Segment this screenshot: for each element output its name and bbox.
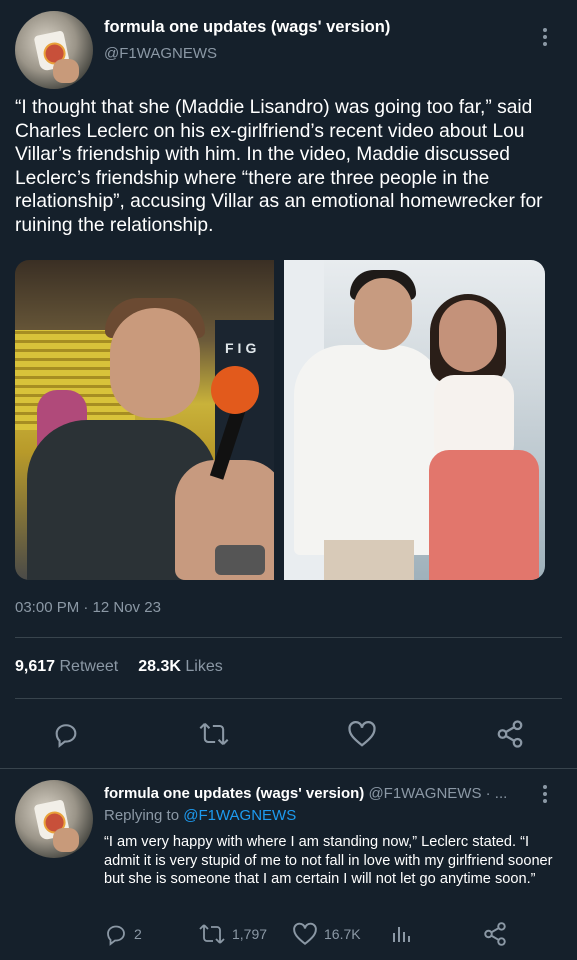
likes-label: Likes: [185, 658, 223, 675]
more-icon[interactable]: [542, 28, 548, 46]
reply-handle-time[interactable]: @F1WAGNEWS · ...: [368, 785, 507, 802]
reply-retweet-count: 1,797: [232, 926, 268, 942]
share-icon: [497, 720, 523, 748]
wrist-watch: [215, 545, 265, 575]
avatar-hand-image: [53, 828, 79, 852]
man-pants: [324, 540, 414, 580]
reply-author-avatar[interactable]: [15, 780, 93, 858]
replying-to: Replying to @F1WAGNEWS: [104, 807, 296, 824]
reply-author[interactable]: formula one updates (wags' version) @F1W…: [104, 785, 507, 802]
retweet-stat[interactable]: 9,617 Retweet: [15, 658, 118, 676]
media-photo-right[interactable]: [284, 260, 545, 580]
reply-share-button[interactable]: [482, 921, 508, 947]
share-icon: [484, 922, 506, 946]
tweet-text: “I thought that she (Maddie Lisandro) wa…: [15, 97, 543, 236]
reply-more-icon[interactable]: [542, 785, 548, 803]
microphone-head: [211, 366, 259, 414]
avatar-hand-image: [53, 59, 79, 83]
analytics-icon: [393, 927, 410, 942]
reply-display-name[interactable]: formula one updates (wags' version): [104, 785, 364, 802]
tweet-media[interactable]: FIG: [15, 260, 545, 580]
man-shirt: [294, 345, 444, 555]
reply-like-button[interactable]: 16.7K: [292, 922, 361, 946]
reply-divider: [0, 768, 577, 769]
media-photo-left[interactable]: FIG: [15, 260, 274, 580]
share-button[interactable]: [495, 719, 525, 749]
likes-stat[interactable]: 28.3K Likes: [138, 658, 223, 676]
reply-button[interactable]: [52, 720, 80, 748]
woman-skirt: [429, 450, 539, 580]
author-handle[interactable]: @F1WAGNEWS: [104, 45, 217, 62]
man-face: [354, 278, 412, 350]
reply-reply-button[interactable]: 2: [104, 922, 142, 946]
author-avatar[interactable]: [15, 11, 93, 89]
replying-handle[interactable]: @F1WAGNEWS: [183, 807, 296, 824]
reply-text: “I am very happy with where I am standin…: [104, 834, 553, 888]
reply-icon: [107, 925, 125, 946]
divider: [15, 637, 562, 638]
like-button[interactable]: [347, 720, 377, 748]
woman-face: [439, 300, 497, 372]
retweet-button[interactable]: [198, 720, 230, 748]
author-display-name[interactable]: formula one updates (wags' version): [104, 18, 390, 37]
reply-count: 2: [134, 926, 142, 942]
reply-analytics-button[interactable]: [389, 922, 413, 946]
retweet-icon: [199, 722, 229, 746]
reply-icon: [55, 724, 77, 748]
divider: [15, 698, 562, 699]
person-face: [110, 308, 200, 418]
like-count: 28.3K: [138, 658, 181, 675]
tweet-timestamp[interactable]: 03:00 PM · 12 Nov 23: [15, 599, 161, 616]
retweet-count: 9,617: [15, 658, 56, 675]
heart-icon: [293, 922, 317, 945]
replying-label: Replying to: [104, 807, 180, 824]
tweet-stats: 9,617 Retweet 28.3K Likes: [15, 658, 223, 676]
retweet-icon: [199, 924, 225, 944]
reply-like-count: 16.7K: [324, 926, 361, 942]
reply-retweet-button[interactable]: 1,797: [198, 922, 267, 946]
retweet-label: Retweet: [59, 658, 119, 675]
heart-icon: [348, 721, 376, 747]
